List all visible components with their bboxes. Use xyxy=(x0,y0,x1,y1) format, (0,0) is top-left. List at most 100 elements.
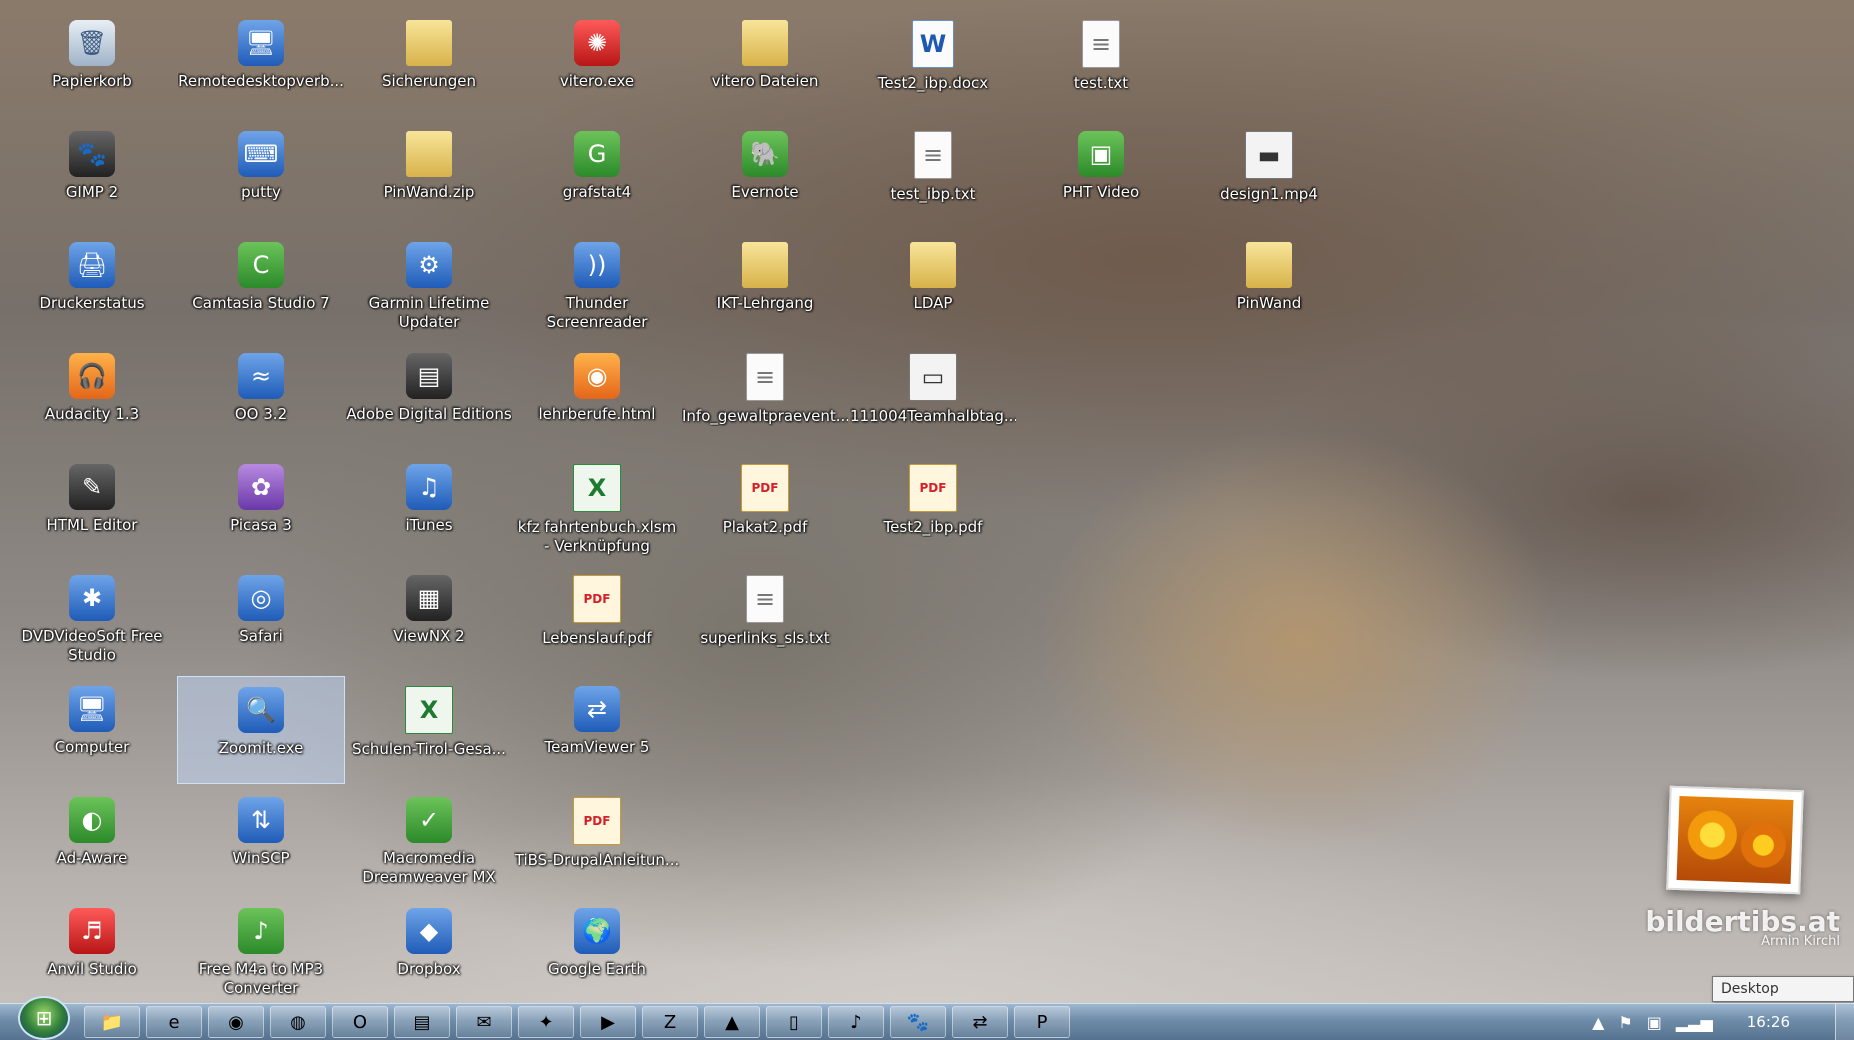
desktop-icon[interactable]: 🖨 Druckerstatus xyxy=(8,232,176,340)
desktop-icon[interactable]: ♫ iTunes xyxy=(345,454,513,562)
desktop-icon[interactable]: vitero Dateien xyxy=(681,10,849,118)
taskbar-button[interactable]: 🐾 xyxy=(890,1006,946,1038)
dreamweaver-icon: ✓ xyxy=(406,797,452,843)
action-center-flag-icon[interactable]: ⚑ xyxy=(1618,1013,1632,1032)
explorer-icon: 📁 xyxy=(100,1011,124,1033)
vlc-icon: ▲ xyxy=(725,1011,739,1033)
desktop-icon[interactable]: ▬ design1.mp4 xyxy=(1185,121,1353,229)
desktop-icon[interactable]: 🗑 Papierkorb xyxy=(8,10,176,118)
pht-video-icon: ▣ xyxy=(1078,131,1124,177)
taskbar-button[interactable]: ▯ xyxy=(766,1006,822,1038)
desktop-icon[interactable]: ◆ Dropbox xyxy=(345,898,513,1006)
desktop-icon[interactable]: PinWand.zip xyxy=(345,121,513,229)
desktop-icon[interactable]: PinWand xyxy=(1185,232,1353,340)
taskbar-button[interactable]: e xyxy=(146,1006,202,1038)
taskbar-button[interactable]: 📁 xyxy=(84,1006,140,1038)
desktop-icon[interactable]: ⚙ Garmin Lifetime Updater xyxy=(345,232,513,340)
desktop-icon[interactable]: IKT-Lehrgang xyxy=(681,232,849,340)
desktop-icon-label: PinWand xyxy=(1236,294,1302,312)
desktop-icon[interactable]: 🖥 Remotedesktopverb... xyxy=(177,10,345,118)
taskbar-button[interactable]: ◉ xyxy=(208,1006,264,1038)
desktop-icon[interactable]: LDAP xyxy=(849,232,1017,340)
show-desktop-button[interactable] xyxy=(1835,1004,1854,1040)
taskbar-button[interactable]: ⇄ xyxy=(952,1006,1008,1038)
network-status-icon[interactable]: ▣ xyxy=(1647,1013,1662,1032)
desktop-icon-label: Plakat2.pdf xyxy=(722,518,808,536)
desktop-icon[interactable]: ✺ vitero.exe xyxy=(513,10,681,118)
desktop-icon[interactable]: 🐾 GIMP 2 xyxy=(8,121,176,229)
desktop-icon[interactable]: 🐘 Evernote xyxy=(681,121,849,229)
desktop-icon-label: Schulen-Tirol-Gesa... xyxy=(352,740,506,758)
document-icon: ▯ xyxy=(789,1011,799,1033)
desktop-icon[interactable]: ♬ Anvil Studio xyxy=(8,898,176,1006)
desktop-icon-label: Anvil Studio xyxy=(47,960,137,978)
desktop-icon[interactable]: ◉ lehrberufe.html xyxy=(513,343,681,451)
desktop-icon-label: iTunes xyxy=(405,516,453,534)
desktop-icon[interactable]: ✓ Macromedia Dreamweaver MX xyxy=(345,787,513,895)
text-file-icon: ≡ xyxy=(746,353,784,401)
desktop-icon[interactable]: Sicherungen xyxy=(345,10,513,118)
desktop-icon-label: lehrberufe.html xyxy=(538,405,656,423)
taskbar-button[interactable]: ◍ xyxy=(270,1006,326,1038)
desktop-icon[interactable]: ✎ HTML Editor xyxy=(8,454,176,562)
desktop-icon[interactable]: ◎ Safari xyxy=(177,565,345,673)
desktop-icon[interactable]: PDF TiBS-DrupalAnleitun... xyxy=(513,787,681,895)
desktop-icon[interactable]: X Schulen-Tirol-Gesa... xyxy=(345,676,513,784)
slideshow-gadget[interactable] xyxy=(1666,785,1804,895)
computer-icon: 🖥 xyxy=(69,686,115,732)
desktop-icon[interactable]: ≡ superlinks_sls.txt xyxy=(681,565,849,673)
desktop-icon[interactable]: ≈ OO 3.2 xyxy=(177,343,345,451)
desktop-icon[interactable]: C Camtasia Studio 7 xyxy=(177,232,345,340)
desktop-icon[interactable]: ⇅ WinSCP xyxy=(177,787,345,895)
desktop-icon[interactable]: ▤ Adobe Digital Editions xyxy=(345,343,513,451)
taskbar-button[interactable]: Z xyxy=(642,1006,698,1038)
desktop-icon[interactable]: ◐ Ad-Aware xyxy=(8,787,176,895)
taskbar-button[interactable]: ▤ xyxy=(394,1006,450,1038)
desktop-icon[interactable]: ✱ DVDVideoSoft Free Studio xyxy=(8,565,176,673)
taskbar-button[interactable]: ♪ xyxy=(828,1006,884,1038)
taskbar-button[interactable]: ▶ xyxy=(580,1006,636,1038)
desktop-icon[interactable]: PDF Test2_ibp.pdf xyxy=(849,454,1017,562)
desktop-icon-label: PHT Video xyxy=(1062,183,1140,201)
desktop-icon-label: Camtasia Studio 7 xyxy=(192,294,330,312)
desktop-icon[interactable]: ▭ 111004Teamhalbtag... xyxy=(849,343,1017,451)
desktop-icon[interactable]: PDF Lebenslauf.pdf xyxy=(513,565,681,673)
desktop-icon-label: vitero Dateien xyxy=(711,72,819,90)
desktop-icon[interactable]: )) Thunder Screenreader xyxy=(513,232,681,340)
desktop-icon[interactable]: Xkfz fahrtenbuch.xlsm - Verknüpfung xyxy=(513,454,681,562)
desktop-icon[interactable]: 🔍 Zoomit.exe xyxy=(177,676,345,784)
desktop-icon[interactable]: 🖥 Computer xyxy=(8,676,176,784)
media-player-icon: ▶ xyxy=(601,1011,615,1033)
desktop-icon[interactable]: ♪ Free M4a to MP3 Converter xyxy=(177,898,345,1006)
desktop-icon[interactable]: 🎧 Audacity 1.3 xyxy=(8,343,176,451)
desktop-icon-label: Audacity 1.3 xyxy=(44,405,140,423)
taskbar-button[interactable]: ✉ xyxy=(456,1006,512,1038)
taskbar-button[interactable]: ▲ xyxy=(704,1006,760,1038)
thunder-screenreader-icon: )) xyxy=(574,242,620,288)
desktop-icon[interactable]: Ggrafstat4 xyxy=(513,121,681,229)
desktop-icon[interactable]: PDF Plakat2.pdf xyxy=(681,454,849,562)
desktop-icon[interactable]: W Test2_ibp.docx xyxy=(849,10,1017,118)
start-button[interactable]: ⊞ xyxy=(18,996,70,1040)
system-tray: ▲ ⚑ ▣ ▂▃▅ 16:26 xyxy=(1578,1004,1790,1040)
taskbar-button[interactable]: P xyxy=(1014,1006,1070,1038)
desktop-icon[interactable]: ▦ ViewNX 2 xyxy=(345,565,513,673)
safari-icon: ◎ xyxy=(238,575,284,621)
excel-file-icon: X xyxy=(405,686,453,734)
desktop-icon[interactable]: ⇄ TeamViewer 5 xyxy=(513,676,681,784)
taskbar-button[interactable]: O xyxy=(332,1006,388,1038)
signal-strength-icon[interactable]: ▂▃▅ xyxy=(1676,1013,1713,1032)
taskbar-button[interactable]: ✦ xyxy=(518,1006,574,1038)
desktop-icon[interactable]: ⌨ putty xyxy=(177,121,345,229)
desktop-icon[interactable]: ▣ PHT Video xyxy=(1017,121,1185,229)
desktop-icon[interactable]: ≡ Info_gewaltpraevent... xyxy=(681,343,849,451)
desktop-icon[interactable]: ≡ test_ibp.txt xyxy=(849,121,1017,229)
tray-expand-icon[interactable]: ▲ xyxy=(1592,1013,1604,1032)
desktop-icon-label: kfz fahrtenbuch.xlsm - Verknüpfung xyxy=(517,518,677,555)
desktop-icon[interactable]: ✿ Picasa 3 xyxy=(177,454,345,562)
powerpoint-icon: P xyxy=(1036,1011,1048,1033)
desktop-icon[interactable]: ≡ test.txt xyxy=(1017,10,1185,118)
desktop-icon[interactable]: 🌍 Google Earth xyxy=(513,898,681,1006)
desktop-icon-label: test.txt xyxy=(1073,74,1129,92)
clock[interactable]: 16:26 xyxy=(1747,1013,1790,1031)
